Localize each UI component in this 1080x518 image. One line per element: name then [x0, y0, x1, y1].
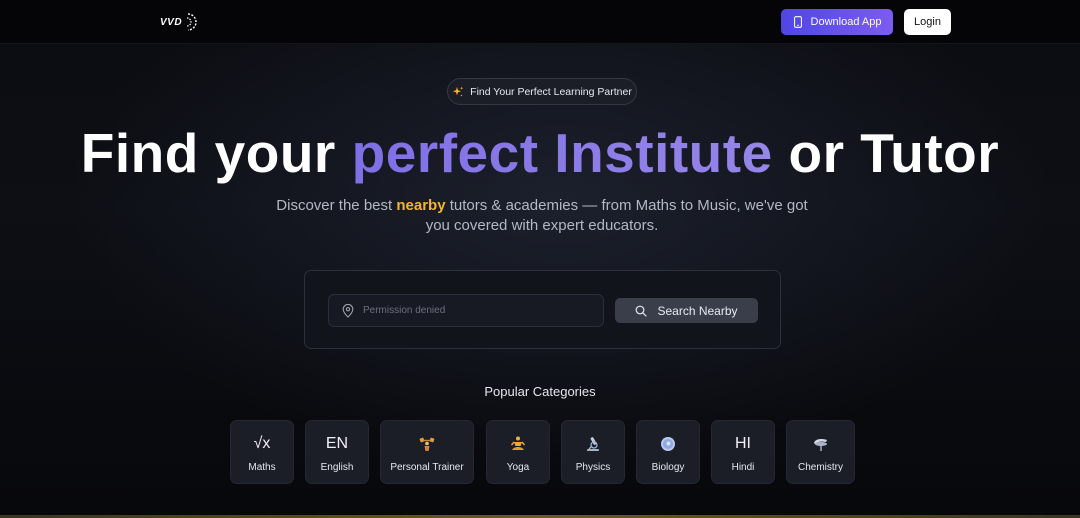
subtitle-end: tutors & academies — from Maths to Music…: [425, 197, 808, 234]
download-app-label: Download App: [810, 16, 882, 28]
square-root-icon: √x: [253, 434, 271, 452]
category-label: Maths: [248, 461, 276, 473]
phone-icon: [793, 16, 802, 28]
category-label: Chemistry: [797, 461, 843, 473]
category-physics[interactable]: Physics: [561, 420, 625, 484]
category-personal-trainer[interactable]: Personal Trainer: [380, 420, 474, 484]
headline-accent: perfect Institute: [351, 122, 773, 184]
microscope-icon: [584, 432, 602, 456]
headline-end: or Tutor: [788, 122, 1000, 184]
tagline-badge: Find Your Perfect Learning Partner: [447, 78, 637, 105]
dumbbell-icon: [418, 432, 436, 456]
category-english[interactable]: EN English: [305, 420, 369, 484]
categories-title: Popular Categories: [484, 384, 596, 399]
subtitle-start: Discover the best: [276, 197, 393, 214]
login-button[interactable]: Login: [904, 9, 951, 35]
logo[interactable]: VVD: [160, 11, 198, 33]
category-hindi[interactable]: HI Hindi: [711, 420, 775, 484]
category-label: Personal Trainer: [390, 461, 464, 473]
search-nearby-label: Search Nearby: [657, 303, 738, 318]
location-input[interactable]: [363, 305, 583, 316]
flask-icon: [812, 432, 830, 456]
search-nearby-button[interactable]: Search Nearby: [615, 298, 758, 323]
english-text-icon: EN: [325, 434, 349, 452]
download-app-button[interactable]: Download App: [781, 9, 893, 35]
hero-subtitle: Discover the best nearby tutors & academ…: [270, 196, 814, 236]
hero-headline: Find your perfect Institute or Tutor: [0, 120, 1080, 186]
yoga-pose-icon: [509, 432, 527, 456]
category-yoga[interactable]: Yoga: [486, 420, 550, 484]
hindi-text-icon: HI: [735, 434, 751, 452]
cell-icon: [659, 432, 677, 456]
search-panel: Search Nearby: [304, 270, 781, 349]
logo-swirl-icon: [186, 13, 197, 31]
search-icon: [636, 305, 648, 317]
category-label: Yoga: [506, 461, 530, 473]
headline-start: Find your: [80, 122, 336, 184]
category-label: English: [320, 461, 354, 473]
category-maths[interactable]: √x Maths: [230, 420, 294, 484]
location-input-wrapper[interactable]: [328, 294, 604, 327]
top-nav: VVD Download App Login: [0, 0, 1080, 44]
category-biology[interactable]: Biology: [636, 420, 700, 484]
category-label: Hindi: [731, 461, 755, 473]
badge-text: Find Your Perfect Learning Partner: [470, 85, 632, 98]
category-label: Biology: [651, 461, 685, 473]
category-label: Physics: [575, 461, 611, 473]
page: VVD Download App Login Find Your Perfect…: [0, 0, 1080, 518]
map-pin-icon: [342, 303, 354, 318]
logo-text: VVD: [160, 16, 183, 28]
subtitle-highlight: nearby: [396, 197, 446, 214]
category-chemistry[interactable]: Chemistry: [786, 420, 855, 484]
sparkle-icon: [452, 86, 464, 97]
